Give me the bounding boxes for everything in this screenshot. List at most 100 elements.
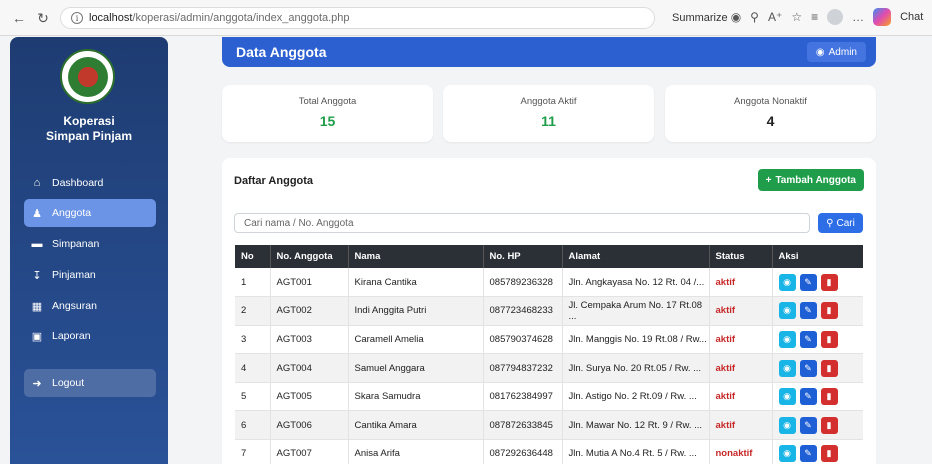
- eye-icon: ◉: [783, 391, 791, 402]
- logout-icon: ➜: [32, 377, 42, 390]
- table-cell: AGT001: [270, 268, 349, 298]
- summarize-button[interactable]: Summarize ◉: [672, 10, 741, 24]
- row-actions: ◉ ✎ ▮: [778, 330, 864, 348]
- table-cell: 3: [235, 325, 271, 355]
- view-button[interactable]: ◉: [778, 330, 796, 348]
- view-button[interactable]: ◉: [778, 388, 796, 406]
- table-cell: AGT003: [270, 325, 349, 355]
- edit-button[interactable]: ✎: [799, 388, 817, 406]
- trash-icon: ▮: [826, 276, 832, 287]
- edit-button[interactable]: ✎: [799, 330, 817, 348]
- sidebar-item-anggota[interactable]: ♟ Anggota: [24, 199, 156, 227]
- view-button[interactable]: ◉: [778, 273, 796, 291]
- pencil-icon: ✎: [804, 276, 812, 287]
- sidebar-item-pinjaman[interactable]: ↧ Pinjaman: [24, 261, 156, 289]
- table-cell: nonaktif: [709, 439, 773, 464]
- table-cell: 085789236328: [483, 268, 563, 298]
- pencil-icon: ✎: [804, 333, 812, 344]
- pencil-icon: ✎: [804, 448, 812, 459]
- stat-value: 15: [319, 113, 336, 129]
- search-icon: ⚲: [826, 217, 834, 229]
- logout-label: Logout: [52, 377, 85, 389]
- more-icon[interactable]: …: [852, 10, 864, 24]
- view-button[interactable]: ◉: [778, 445, 796, 463]
- wallet-icon: ▬: [31, 238, 43, 250]
- reload-icon[interactable]: ↻: [32, 7, 54, 29]
- view-button[interactable]: ◉: [778, 416, 796, 434]
- back-icon[interactable]: ←: [8, 7, 30, 29]
- col-header: Aksi: [772, 245, 863, 268]
- table-cell: 087292636448: [483, 439, 563, 464]
- edit-button[interactable]: ✎: [799, 359, 817, 377]
- search-button[interactable]: ⚲ Cari: [818, 213, 863, 233]
- edit-button[interactable]: ✎: [799, 273, 817, 291]
- add-member-button[interactable]: + Tambah Anggota: [757, 169, 864, 191]
- eye-icon: ◉: [783, 333, 791, 344]
- delete-button[interactable]: ▮: [820, 273, 838, 291]
- view-button[interactable]: ◉: [778, 359, 796, 377]
- actions-cell: ◉ ✎ ▮: [772, 296, 863, 326]
- url-path: /koperasi/admin/anggota/index_anggota.ph…: [132, 12, 350, 24]
- address-bar[interactable]: i localhost/koperasi/admin/anggota/index…: [60, 7, 655, 29]
- plus-icon: +: [765, 174, 772, 186]
- sidebar-item-dashboard[interactable]: ⌂ Dashboard: [24, 169, 156, 197]
- table-cell: Kirana Cantika: [348, 268, 484, 298]
- stat-card-nonaktif: Anggota Nonaktif 4: [665, 85, 876, 142]
- edit-button[interactable]: ✎: [799, 302, 817, 320]
- table-cell: aktif: [709, 382, 773, 412]
- zoom-icon[interactable]: ⚲: [750, 10, 759, 24]
- collections-icon[interactable]: ≡: [811, 10, 818, 24]
- read-aloud-icon[interactable]: A⁺: [768, 10, 782, 24]
- table-cell: AGT006: [270, 410, 349, 441]
- pencil-icon: ✎: [804, 419, 812, 430]
- view-button[interactable]: ◉: [778, 302, 796, 320]
- calendar-icon: ▦: [31, 300, 43, 313]
- eye-icon: ◉: [783, 419, 791, 430]
- summarize-label: Summarize: [672, 12, 728, 24]
- admin-button[interactable]: ◉ Admin: [806, 42, 866, 62]
- trash-icon: ▮: [826, 305, 832, 316]
- sidebar-item-simpanan[interactable]: ▬ Simpanan: [24, 230, 156, 258]
- chat-label[interactable]: Chat: [900, 11, 923, 23]
- table-cell: aktif: [709, 410, 773, 441]
- delete-button[interactable]: ▮: [820, 445, 838, 463]
- url-host: localhost: [89, 12, 133, 24]
- search-input[interactable]: [234, 213, 810, 233]
- table-cell: 7: [235, 439, 271, 464]
- info-icon[interactable]: i: [71, 12, 83, 24]
- table-cell: Jln. Mutia A No.4 Rt. 5 / Rw. ...: [562, 439, 710, 464]
- sidebar-item-laporan[interactable]: ▣ Laporan: [24, 322, 156, 350]
- col-header: No: [235, 245, 271, 268]
- edit-button[interactable]: ✎: [799, 416, 817, 434]
- stat-label: Anggota Nonaktif: [734, 96, 807, 107]
- actions-cell: ◉ ✎ ▮: [772, 410, 863, 441]
- table-cell: Jln. Manggis No. 19 Rt.08 / Rw...: [562, 325, 710, 355]
- add-member-label: Tambah Anggota: [775, 174, 856, 186]
- sidebar-item-label: Laporan: [52, 330, 91, 342]
- delete-button[interactable]: ▮: [820, 416, 838, 434]
- logout-button[interactable]: ➜ Logout: [24, 369, 156, 397]
- table-cell: 1: [235, 268, 271, 298]
- table-cell: 087723468233: [483, 296, 563, 326]
- delete-button[interactable]: ▮: [820, 302, 838, 320]
- delete-button[interactable]: ▮: [820, 330, 838, 348]
- table-cell: Skara Samudra: [348, 382, 484, 412]
- delete-button[interactable]: ▮: [820, 388, 838, 406]
- table-cell: aktif: [709, 268, 773, 298]
- row-actions: ◉ ✎ ▮: [778, 359, 864, 377]
- table-cell: Caramell Amelia: [348, 325, 484, 355]
- copilot-icon[interactable]: [873, 8, 892, 26]
- profile-avatar[interactable]: [827, 9, 844, 25]
- edit-button[interactable]: ✎: [799, 445, 817, 463]
- sidebar-item-angsuran[interactable]: ▦ Angsuran: [24, 292, 156, 320]
- trash-icon: ▮: [826, 419, 832, 430]
- table-cell: aktif: [709, 325, 773, 355]
- table-cell: Jl. Cempaka Arum No. 17 Rt.08 ...: [562, 296, 710, 326]
- table-row: 4 AGT004 Samuel Anggara 087794837232 Jln. Su…: [235, 353, 864, 383]
- favorite-icon[interactable]: ☆: [791, 10, 802, 24]
- hand-holding-icon: ↧: [32, 269, 42, 282]
- browser-toolbar: ← ↻ i localhost/koperasi/admin/anggota/i…: [0, 0, 932, 36]
- delete-button[interactable]: ▮: [820, 359, 838, 377]
- panel-title: Daftar Anggota: [234, 175, 314, 187]
- eye-icon: ◉: [783, 362, 791, 373]
